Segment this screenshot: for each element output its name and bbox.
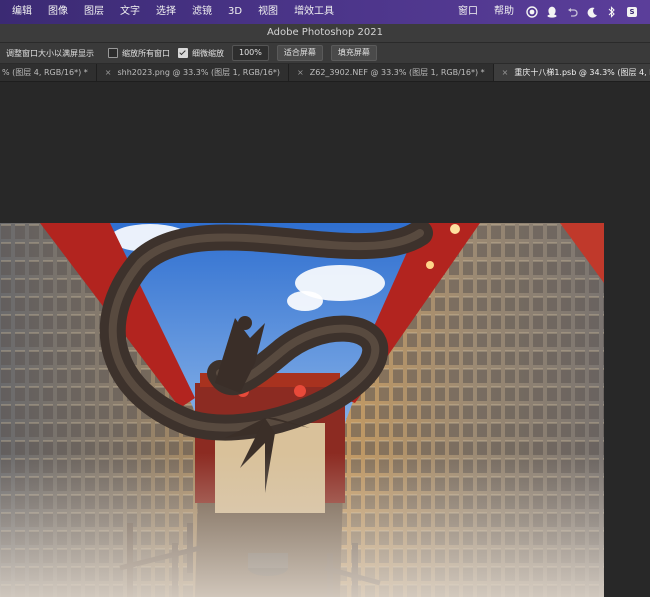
document-canvas-image[interactable] [0,223,604,597]
canvas-workspace[interactable] [0,82,650,597]
zoom-percent-button[interactable]: 100% [232,45,269,61]
menu-select[interactable]: 选择 [148,0,184,24]
menu-type[interactable]: 文字 [112,0,148,24]
document-tab-active[interactable]: × 重庆十八梯1.psb @ 34.3% (图层 4, RGB/16*) * [493,64,650,81]
dragon-alley-photo [0,223,604,597]
menu-image[interactable]: 图像 [40,0,76,24]
zoom-all-label: 缩放所有窗口 [122,48,170,58]
document-tab[interactable]: × Z62_3902.NEF @ 33.3% (图层 1, RGB/16*) * [289,64,494,81]
document-tab[interactable]: % (图层 4, RGB/16*) * [0,64,97,81]
menu-help[interactable]: 帮助 [486,0,522,24]
scrubby-zoom-checkbox[interactable]: 细微缩放 [178,48,224,59]
tab-label: % (图层 4, RGB/16*) * [2,68,88,77]
document-tab[interactable]: × shh2023.png @ 33.3% (图层 1, RGB/16*) [96,64,290,81]
menu-window[interactable]: 窗口 [450,0,486,24]
scrubby-label: 细微缩放 [192,48,224,58]
tab-label: shh2023.png @ 33.3% (图层 1, RGB/16*) [117,68,281,77]
zoom-options-bar: 调整窗口大小以满屏显示 缩放所有窗口 细微缩放 100% 适合屏幕 填充屏幕 [0,43,650,64]
close-tab-icon[interactable]: × [502,68,509,77]
app-menus: 编辑 图像 图层 文字 选择 滤镜 3D 视图 增效工具 [0,0,342,24]
fit-window-label: 调整窗口大小以满屏显示 [6,48,94,58]
window-title: Adobe Photoshop 2021 [267,27,383,38]
input-method-icon[interactable]: S [622,0,642,24]
undo-arrow-icon[interactable] [562,0,582,24]
fit-screen-button[interactable]: 适合屏幕 [276,45,323,61]
qq-penguin-icon[interactable] [542,0,562,24]
window-title-bar: Adobe Photoshop 2021 [0,24,650,43]
moon-icon[interactable] [582,0,602,24]
menu-plugins[interactable]: 增效工具 [286,0,342,24]
fill-screen-button[interactable]: 填充屏幕 [330,45,377,61]
menu-edit[interactable]: 编辑 [4,0,40,24]
zoom-all-checkbox-box[interactable] [108,48,118,58]
close-tab-icon[interactable]: × [105,68,112,77]
close-tab-icon[interactable]: × [297,68,304,77]
scrubby-checkbox-box[interactable] [178,48,188,58]
document-tab-bar: % (图层 4, RGB/16*) * × shh2023.png @ 33.3… [0,64,650,82]
menu-filter[interactable]: 滤镜 [184,0,220,24]
zoom-all-windows-checkbox[interactable]: 缩放所有窗口 [108,48,170,59]
input-method-badge: S [627,7,637,17]
tab-label: 重庆十八梯1.psb @ 34.3% (图层 4, RGB/16*) * [514,68,650,77]
menu-view[interactable]: 视图 [250,0,286,24]
menu-3d[interactable]: 3D [220,0,250,24]
menu-layer[interactable]: 图层 [76,0,112,24]
tab-label: Z62_3902.NEF @ 33.3% (图层 1, RGB/16*) * [309,68,485,77]
menubar-right: 窗口 帮助 S [450,0,650,24]
macos-menu-bar: 编辑 图像 图层 文字 选择 滤镜 3D 视图 增效工具 窗口 帮助 S [0,0,650,24]
bluetooth-icon[interactable] [602,0,622,24]
record-icon[interactable] [522,0,542,24]
